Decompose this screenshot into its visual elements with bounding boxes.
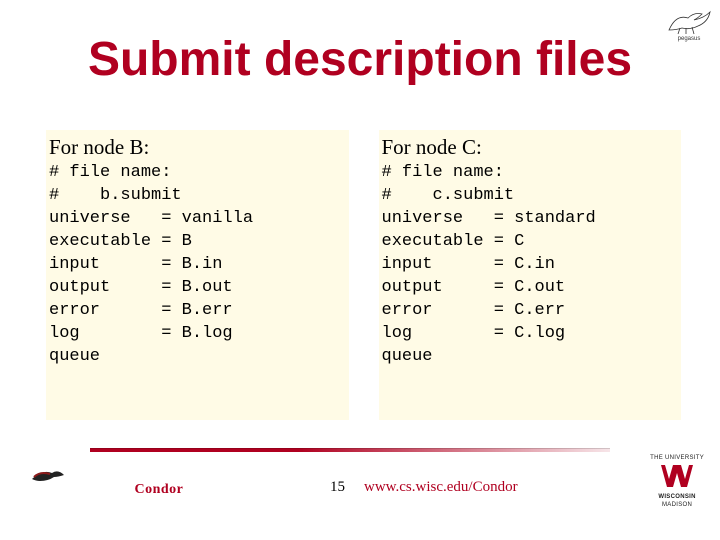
code-block: # file name: # b.submit universe = vanil… <box>47 162 348 374</box>
column-header: For node B: <box>47 131 348 162</box>
column-header: For node C: <box>380 131 681 162</box>
column-node-c: For node C: # file name: # c.submit univ… <box>379 130 682 420</box>
code-block: # file name: # c.submit universe = stand… <box>380 162 681 374</box>
condor-logo: Condor <box>30 463 183 498</box>
condor-label: Condor <box>134 482 183 497</box>
slide: pegasus Submit description files For nod… <box>0 0 720 540</box>
content-columns: For node B: # file name: # b.submit univ… <box>46 130 681 420</box>
page-title: Submit description files <box>0 36 720 84</box>
wisc-line-3: MADISON <box>650 502 704 508</box>
wisconsin-logo: THE UNIVERSITY WISCONSIN MADISON <box>650 455 704 510</box>
footer-url: www.cs.wisc.edu/Condor <box>364 479 518 496</box>
wisc-line-2: WISCONSIN <box>650 494 704 500</box>
wisc-line-1: THE UNIVERSITY <box>650 455 704 461</box>
page-number: 15 <box>330 479 345 496</box>
divider <box>90 448 610 454</box>
column-node-b: For node B: # file name: # b.submit univ… <box>46 130 349 420</box>
